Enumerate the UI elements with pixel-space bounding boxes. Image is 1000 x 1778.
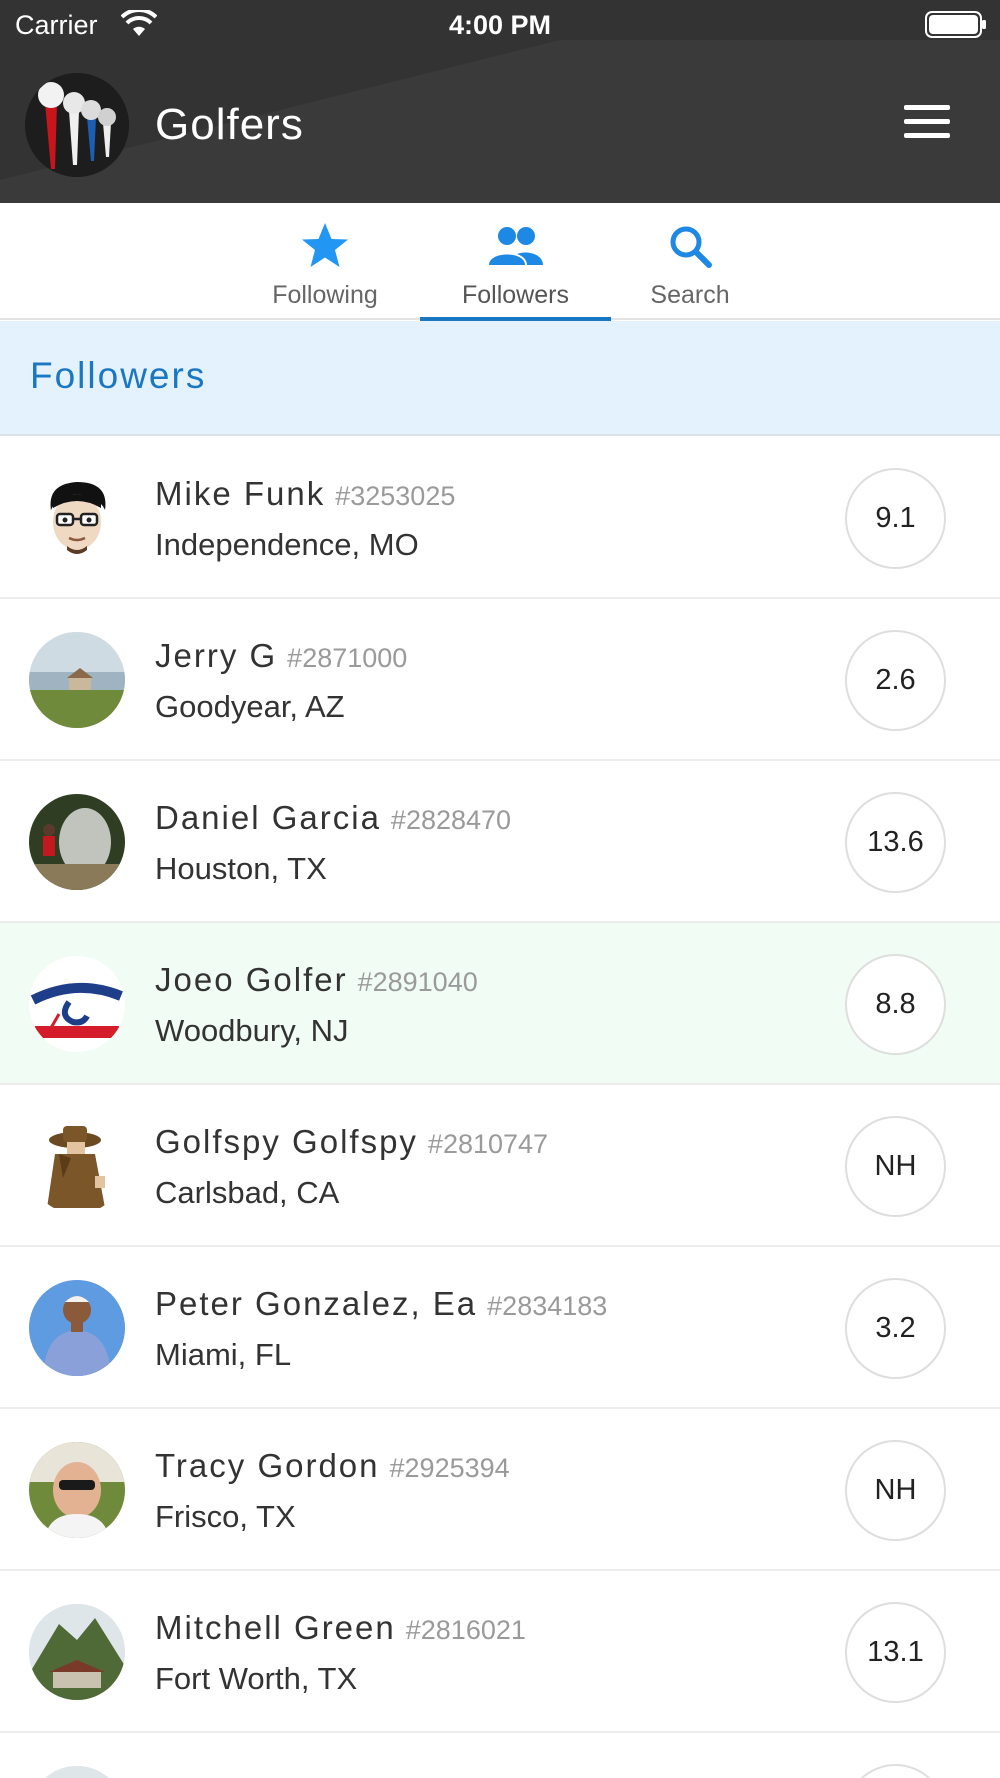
search-icon (670, 226, 712, 268)
follower-id: #2834183 (487, 1291, 608, 1321)
list-item[interactable]: Tracy Gordon #2925394 Frisco, TX NH (0, 1409, 1000, 1571)
follower-location: Carlsbad, CA (155, 1175, 340, 1210)
tab-following-label: Following (272, 281, 378, 309)
avatar (29, 1604, 125, 1700)
follower-id: #2871000 (287, 643, 408, 673)
handicap-badge (845, 1764, 946, 1778)
follower-location: Woodbury, NJ (155, 1013, 349, 1048)
follower-name-line (155, 1771, 285, 1778)
mountain-photo-avatar-icon (29, 1604, 125, 1700)
avatar (29, 1442, 125, 1538)
star-icon (302, 223, 348, 267)
team-logo-avatar-icon (29, 956, 125, 1052)
status-time: 4:00 PM (448, 10, 552, 40)
cartoon-avatar-icon (29, 470, 125, 566)
section-header: Followers (0, 321, 1000, 436)
tab-search[interactable]: Search (620, 203, 760, 320)
follower-name: Daniel Garcia (155, 799, 381, 836)
golf-bunker-photo-avatar-icon (29, 794, 125, 890)
tab-following[interactable]: Following (245, 203, 405, 320)
section-title: Followers (30, 355, 207, 396)
tab-followers-label: Followers (462, 281, 569, 309)
follower-name: Jerry G (155, 637, 278, 674)
follower-id: #3253025 (335, 481, 456, 511)
handicap-badge: NH (845, 1440, 946, 1541)
handicap-badge: 13.6 (845, 792, 946, 893)
tab-search-label: Search (650, 281, 730, 309)
list-item[interactable]: Mitchell Green #2816021 Fort Worth, TX 13… (0, 1571, 1000, 1733)
follower-location: Independence, MO (155, 527, 419, 562)
tab-followers[interactable]: Followers (420, 203, 611, 322)
follower-name-line: Mitchell Green #2816021 (155, 1609, 526, 1647)
app-logo (25, 73, 129, 177)
follower-name-line: Joeo Golfer #2891040 (155, 961, 478, 999)
avatar (29, 1280, 125, 1376)
golf-tees-logo-icon (25, 73, 129, 177)
followers-list: Mike Funk #3253025 Independence, MO 9.1 J… (0, 437, 1000, 1778)
avatar (29, 470, 125, 566)
follower-name-line: Golfspy Golfspy #2810747 (155, 1123, 548, 1161)
follower-name-line: Daniel Garcia #2828470 (155, 799, 511, 837)
follower-id: #2828470 (390, 805, 512, 835)
hamburger-menu-icon[interactable] (896, 105, 958, 145)
golfer-photo-avatar-icon (29, 1280, 125, 1376)
follower-name: Peter Gonzalez, Ea (155, 1285, 478, 1322)
battery-icon (925, 11, 986, 38)
page-title: Golfers (155, 100, 304, 149)
follower-location: Goodyear, AZ (155, 689, 345, 724)
spy-character-avatar-icon (29, 1118, 125, 1214)
list-item[interactable]: Peter Gonzalez, Ea #2834183 Miami, FL 3.2 (0, 1247, 1000, 1409)
follower-name-line: Tracy Gordon #2925394 (155, 1447, 510, 1485)
follower-id: #2810747 (427, 1129, 549, 1159)
list-item[interactable]: Mike Funk #3253025 Independence, MO 9.1 (0, 437, 1000, 599)
follower-name-line: Mike Funk #3253025 (155, 475, 455, 513)
handicap-badge: 9.1 (845, 468, 946, 569)
person-photo-avatar-icon (29, 1442, 125, 1538)
follower-name: Mitchell Green (155, 1609, 396, 1646)
follower-location: Miami, FL (155, 1337, 292, 1372)
follower-location: Houston, TX (155, 851, 327, 886)
list-item[interactable] (0, 1733, 1000, 1778)
list-item[interactable]: Golfspy Golfspy #2810747 Carlsbad, CA NH (0, 1085, 1000, 1247)
follower-location: Fort Worth, TX (155, 1661, 358, 1696)
avatar (29, 1766, 125, 1778)
follower-id: #2816021 (405, 1615, 526, 1645)
follower-name: Tracy Gordon (155, 1447, 380, 1484)
follower-name: Mike Funk (155, 475, 326, 512)
follower-name: Golfspy Golfspy (155, 1123, 418, 1160)
avatar (29, 956, 125, 1052)
follower-id: #2891040 (357, 967, 478, 997)
follower-name: Joeo Golfer (155, 961, 348, 998)
list-item[interactable]: Jerry G #2871000 Goodyear, AZ 2.6 (0, 599, 1000, 761)
tab-bar: Following Followers Search (0, 203, 1000, 322)
status-bar: Carrier 4:00 PM (0, 0, 1000, 50)
handicap-badge: NH (845, 1116, 946, 1217)
follower-name-line: Jerry G #2871000 (155, 637, 407, 675)
follower-id: #2925394 (389, 1453, 510, 1483)
lake-photo-avatar-icon (29, 632, 125, 728)
handicap-badge: 2.6 (845, 630, 946, 731)
follower-name-line: Peter Gonzalez, Ea #2834183 (155, 1285, 607, 1323)
handicap-badge: 13.1 (845, 1602, 946, 1703)
people-icon (488, 227, 543, 265)
avatar (29, 794, 125, 890)
avatar (29, 632, 125, 728)
handicap-badge: 3.2 (845, 1278, 946, 1379)
follower-location: Frisco, TX (155, 1499, 296, 1534)
app-header: Carrier 4:00 PM Golfers (0, 0, 1000, 203)
list-item[interactable]: Joeo Golfer #2891040 Woodbury, NJ 8.8 (0, 923, 1000, 1085)
avatar (29, 1118, 125, 1214)
handicap-badge: 8.8 (845, 954, 946, 1055)
landscape-photo-avatar-icon (29, 1766, 125, 1778)
list-item[interactable]: Daniel Garcia #2828470 Houston, TX 13.6 (0, 761, 1000, 923)
